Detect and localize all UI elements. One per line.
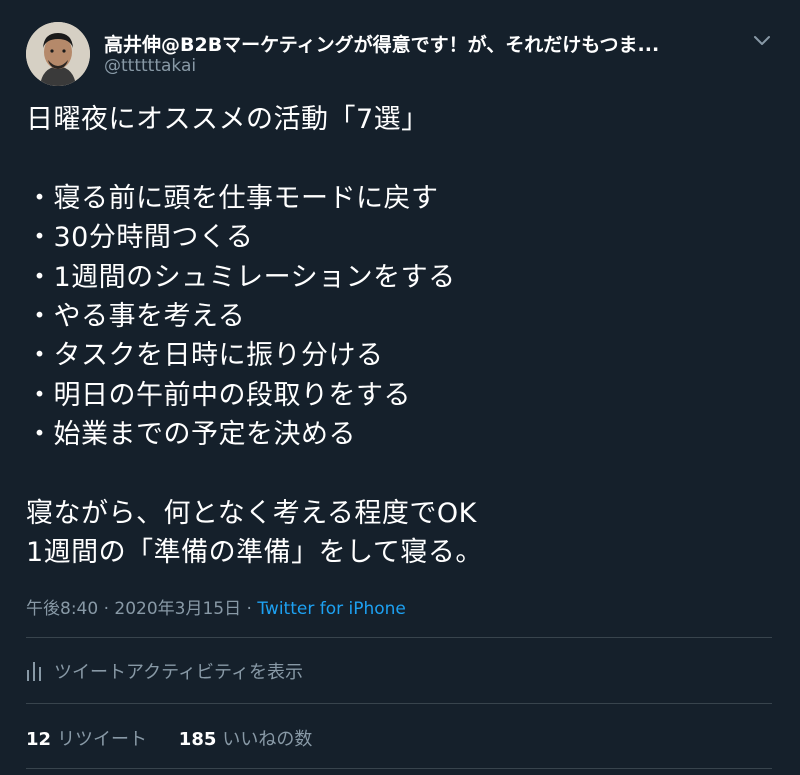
tweet-source-link[interactable]: Twitter for iPhone — [257, 599, 406, 619]
bar-chart-icon — [27, 662, 41, 681]
activity-label: ツイートアクティビティを表示 — [54, 662, 303, 683]
meta-separator: · — [246, 599, 252, 619]
chevron-down-icon — [754, 36, 770, 45]
divider — [26, 703, 772, 704]
tweet-meta: 午後8:40 · 2020年3月15日 · Twitter for iPhone — [26, 594, 406, 619]
likes-stat[interactable]: 185 いいねの数 — [179, 725, 313, 751]
retweets-stat[interactable]: 12 リツイート — [26, 725, 147, 751]
meta-separator: · — [103, 599, 109, 619]
tweet-time[interactable]: 午後8:40 — [26, 599, 98, 619]
retweets-count: 12 — [26, 729, 52, 750]
avatar-image — [26, 22, 90, 86]
engagement-stats: 12 リツイート 185 いいねの数 — [26, 725, 338, 751]
view-activity-button[interactable]: ツイートアクティビティを表示 — [26, 658, 303, 684]
user-handle[interactable]: @ttttttakai — [104, 56, 196, 76]
tweet-body: 日曜夜にオススメの活動「7選」 ・寝る前に頭を仕事モードに戻す ・30分時間つく… — [26, 104, 483, 569]
divider — [26, 637, 772, 638]
retweets-label: リツイート — [57, 729, 148, 750]
tweet-date[interactable]: 2020年3月15日 — [114, 599, 241, 619]
tweet-card: 高井伸@B2Bマーケティングが得意です！が、それだけもつま... @tttttt… — [0, 0, 800, 775]
likes-label: いいねの数 — [222, 729, 313, 750]
avatar[interactable] — [26, 22, 90, 86]
display-name[interactable]: 高井伸@B2Bマーケティングが得意です！が、それだけもつま... — [104, 30, 724, 57]
divider — [26, 768, 772, 769]
more-options-button[interactable] — [748, 28, 776, 52]
likes-count: 185 — [178, 729, 217, 750]
